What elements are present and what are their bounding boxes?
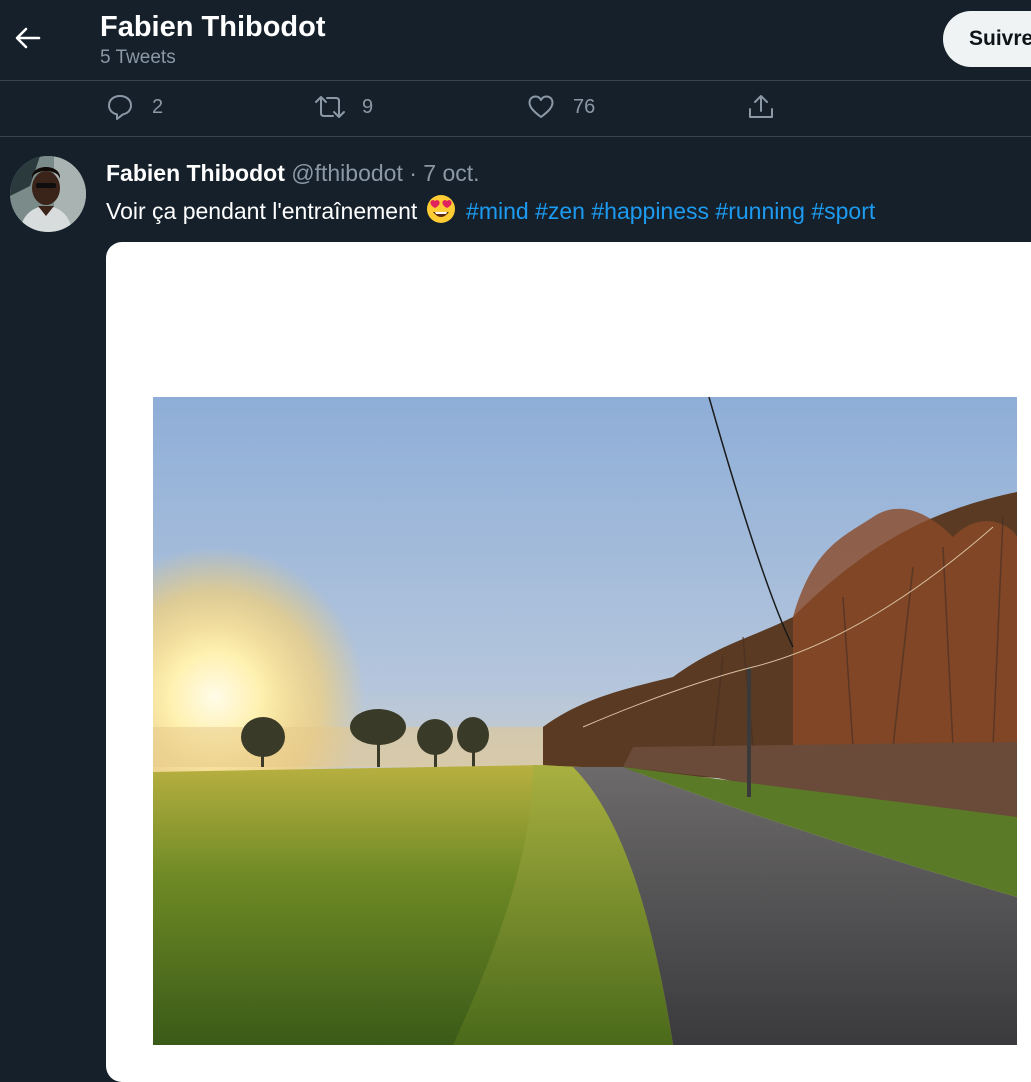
tweet-media[interactable]	[106, 242, 1031, 1082]
tweet[interactable]: Fabien Thibodot @fthibodot · 7 oct. Voir…	[0, 137, 1031, 1082]
like-icon	[528, 95, 554, 118]
retweet-button[interactable]: 9	[314, 87, 373, 127]
tweet-body: Voir ça pendant l'entraînement	[106, 198, 418, 224]
tweet-actions-bar: 2 9 76	[0, 81, 1031, 137]
tweet-date[interactable]: 7 oct.	[423, 160, 479, 186]
avatar[interactable]	[10, 156, 86, 232]
tweet-text: Voir ça pendant l'entraînement #mind #ze…	[106, 194, 875, 230]
reply-button[interactable]: 2	[106, 87, 163, 127]
separator-dot: ·	[409, 160, 417, 186]
page-title: Fabien Thibodot	[100, 11, 326, 43]
retweet-count: 9	[362, 95, 374, 118]
like-button[interactable]: 76	[527, 87, 595, 127]
hashtag-link[interactable]: #running	[715, 198, 805, 224]
tweet-count: 5 Tweets	[100, 47, 176, 68]
tweet-header: Fabien Thibodot @fthibodot · 7 oct.	[106, 159, 480, 187]
like-count: 76	[573, 95, 596, 118]
hashtag-link[interactable]: #happiness	[591, 198, 709, 224]
back-arrow-icon	[15, 27, 41, 49]
share-button[interactable]	[746, 87, 776, 127]
retweet-icon	[315, 96, 345, 118]
profile-header: Fabien Thibodot 5 Tweets Suivre	[0, 0, 1031, 81]
hashtag-link[interactable]: #mind	[466, 198, 529, 224]
author-handle[interactable]: @fthibodot	[291, 160, 403, 186]
hashtag-link[interactable]: #zen	[535, 198, 585, 224]
share-icon	[749, 95, 773, 118]
sunset-landscape-photo	[153, 397, 1017, 1045]
hashtag-link[interactable]: #sport	[811, 198, 875, 224]
reply-count: 2	[152, 95, 164, 118]
back-button[interactable]	[8, 18, 48, 58]
heart-eyes-emoji-icon	[426, 194, 456, 230]
reply-icon	[108, 95, 132, 120]
follow-button[interactable]: Suivre	[943, 11, 1031, 67]
author-name[interactable]: Fabien Thibodot	[106, 160, 285, 186]
